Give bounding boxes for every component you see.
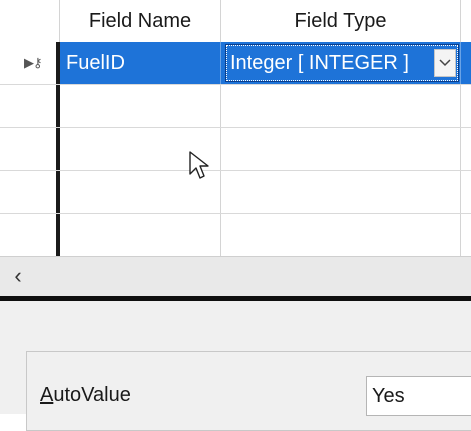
field-name-cell[interactable]: FuelID	[60, 42, 221, 84]
field-type-cell[interactable]	[221, 214, 461, 257]
table-row[interactable]	[0, 214, 471, 257]
field-type-dropdown[interactable]: Integer [ INTEGER ]	[225, 44, 459, 82]
table-row[interactable]	[0, 128, 471, 171]
column-header-field-type[interactable]: Field Type	[221, 0, 461, 42]
field-name-cell[interactable]	[60, 214, 221, 257]
field-type-dropdown-button[interactable]	[434, 49, 456, 77]
autovalue-select[interactable]: Yes	[366, 376, 471, 416]
field-properties-panel: AutoValue Yes	[0, 301, 471, 431]
field-type-cell[interactable]	[221, 128, 461, 170]
table-row[interactable]	[0, 85, 471, 128]
chevron-left-icon[interactable]: ‹	[6, 263, 30, 288]
field-type-cell[interactable]	[221, 85, 461, 127]
row-marker[interactable]	[0, 128, 60, 170]
field-name-cell[interactable]	[60, 85, 221, 127]
row-marker[interactable]	[0, 214, 60, 257]
mouse-pointer-icon	[189, 151, 209, 179]
row-marker[interactable]: ▶⚷	[0, 42, 60, 84]
field-type-value: Integer [ INTEGER ]	[230, 51, 409, 74]
field-type-cell[interactable]	[221, 171, 461, 213]
row-marker[interactable]	[0, 171, 60, 213]
chevron-down-icon	[439, 59, 451, 67]
table-row[interactable]: ▶⚷ FuelID Integer [ INTEGER ]	[0, 42, 471, 85]
column-header-field-name[interactable]: Field Name	[60, 0, 221, 42]
row-marker[interactable]	[0, 85, 60, 127]
autovalue-label: AutoValue	[40, 384, 131, 406]
table-row[interactable]	[0, 171, 471, 214]
primary-key-icon: ▶⚷	[24, 55, 43, 70]
horizontal-scrollbar[interactable]: ‹	[0, 256, 471, 296]
field-table: Field Name Field Type ▶⚷ FuelID Integer …	[0, 0, 471, 257]
autovalue-value: Yes	[372, 384, 405, 407]
column-header-filler	[461, 0, 471, 42]
row-header-corner	[0, 0, 60, 42]
